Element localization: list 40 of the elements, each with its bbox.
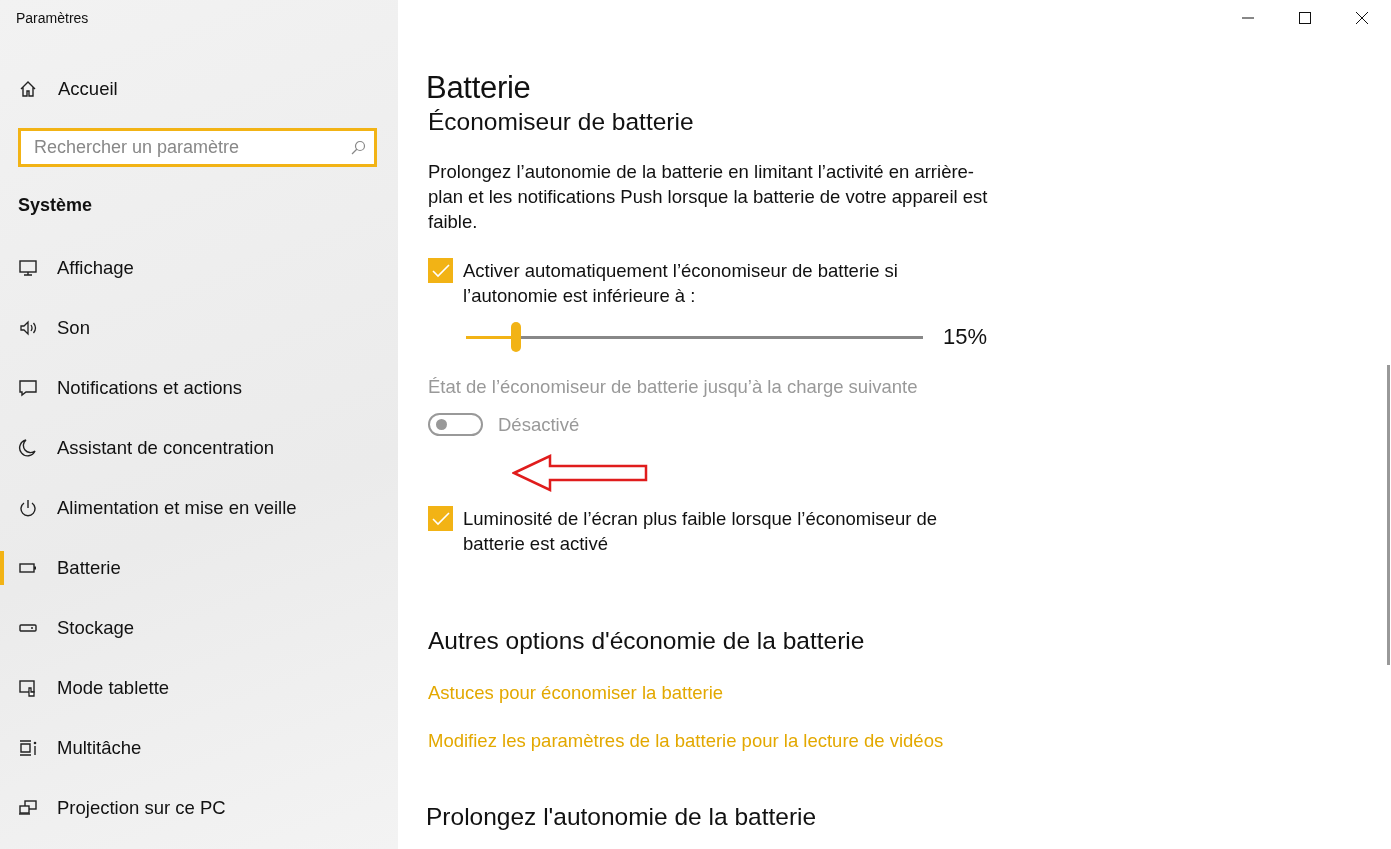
section-heading: Prolongez l'autonomie de la batterie: [426, 802, 818, 832]
nav-item[interactable]: Assistant de concentration: [0, 418, 380, 478]
nav-item[interactable]: Alimentation et mise en veille: [0, 478, 380, 538]
display-icon: [18, 258, 38, 278]
home-icon: [18, 79, 38, 99]
page-title: Batterie: [426, 70, 532, 107]
slider-thumb[interactable]: [511, 321, 522, 352]
message-icon: [18, 378, 38, 398]
section-heading: Système: [18, 195, 94, 215]
description-text: Prolongez l’autonomie de la batterie en limitant l’activité en arrière-plan et les notifications Push lorsque la batterie de votre appareil est faible.: [428, 160, 989, 234]
search-icon: [350, 140, 366, 156]
sound-icon: [18, 318, 38, 338]
nav-item[interactable]: Affichage: [0, 238, 380, 298]
checkbox[interactable]: [428, 258, 453, 283]
search-field[interactable]: Rechercher un paramètre: [18, 128, 377, 167]
nav-item[interactable]: Multitâche: [0, 718, 380, 778]
power-icon: [18, 498, 38, 518]
maximize-icon[interactable]: [1298, 11, 1312, 25]
nav-item[interactable]: Stockage: [0, 598, 380, 658]
checkbox-label: Activer automatiquement l’économiseur de batterie si l’autonomie est inférieure à :: [463, 259, 899, 308]
close-icon[interactable]: [1355, 11, 1369, 25]
nav-item[interactable]: Son: [0, 298, 380, 358]
section-heading: Économiseur de batterie: [428, 107, 694, 137]
toggle-state: Désactivé: [498, 413, 580, 436]
tablet-icon: [18, 678, 38, 698]
slider-value: 15%: [943, 324, 988, 350]
scrollbar[interactable]: [1387, 365, 1390, 665]
nav-item[interactable]: Projection sur ce PC: [0, 778, 380, 838]
nav-item[interactable]: Notifications et actions: [0, 358, 380, 418]
checkbox-label: Luminosité de l’écran plus faible lorsque l’économiseur de batterie est activé: [463, 507, 939, 556]
multitask-icon: [18, 738, 38, 758]
section-heading: Autres options d'économie de la batterie: [428, 626, 866, 656]
nav-item[interactable]: Mode tablette: [0, 658, 380, 718]
project-icon: [18, 798, 38, 818]
home-link[interactable]: Accueil: [18, 69, 118, 109]
window-title: Paramètres: [16, 10, 90, 28]
setting-label: État de l’économiseur de batterie jusqu’à la charge suivante: [428, 376, 918, 398]
moon-icon: [18, 438, 38, 458]
checkbox[interactable]: [428, 506, 453, 531]
nav-item[interactable]: Batterie: [0, 538, 380, 598]
